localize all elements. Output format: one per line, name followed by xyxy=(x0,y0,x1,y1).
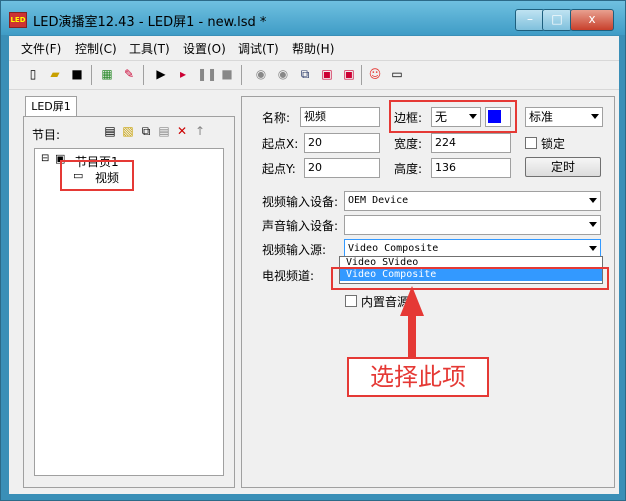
tv-channel-label: 电视频道: xyxy=(262,269,315,283)
open-folder-icon[interactable]: ▰ xyxy=(47,66,63,82)
add-page-icon[interactable]: ▤ xyxy=(102,123,118,139)
tab-led-screen1[interactable]: LED屏1 xyxy=(25,96,77,117)
paste-icon[interactable]: ▤ xyxy=(156,123,172,139)
y-label: 起点Y: xyxy=(262,162,296,176)
display-gray-icon[interactable]: ▣ xyxy=(341,66,357,82)
move-up-icon[interactable]: ↑ xyxy=(192,123,208,139)
y-field[interactable]: 20 xyxy=(304,158,380,178)
minimize-button[interactable]: – xyxy=(515,9,545,31)
audio-device-select[interactable] xyxy=(344,215,601,235)
highlight-option xyxy=(331,267,609,290)
screen1-icon[interactable]: ◉ xyxy=(253,66,269,82)
toolbar: ▯ ▰ ■ ▦ ✎ ▶ ▸ ❚❚ ■ ◉ ◉ ⧉ ▣ ▣ ☺ ▭ xyxy=(9,60,619,90)
name-label: 名称: xyxy=(262,111,291,125)
menu-tools[interactable]: 工具(T) xyxy=(129,40,170,57)
grid-icon[interactable]: ▦ xyxy=(99,66,115,82)
style-value: 标准 xyxy=(529,110,554,124)
x-label: 起点X: xyxy=(262,137,299,151)
chevron-down-icon xyxy=(589,246,597,251)
copy-icon[interactable]: ⧉ xyxy=(138,123,154,139)
video-device-label: 视频输入设备: xyxy=(262,195,339,209)
arrow-annotation xyxy=(400,286,424,360)
video-device-value: OEM Device xyxy=(348,195,409,206)
program-label: 节目: xyxy=(32,128,61,142)
internal-audio-checkbox[interactable] xyxy=(345,295,357,307)
stop-icon[interactable]: ■ xyxy=(219,66,235,82)
toolbar-separator xyxy=(361,65,362,85)
x-field[interactable]: 20 xyxy=(304,133,380,153)
delete-icon[interactable]: ✕ xyxy=(174,123,190,139)
close-button[interactable]: x xyxy=(570,9,614,31)
audio-device-label: 声音输入设备: xyxy=(262,219,339,233)
lock-checkbox[interactable] xyxy=(525,137,537,149)
menu-debug[interactable]: 调试(T) xyxy=(238,40,279,57)
menu-help[interactable]: 帮助(H) xyxy=(292,40,334,57)
lock-label: 锁定 xyxy=(541,137,566,151)
chevron-down-icon xyxy=(589,222,597,227)
chevron-down-icon xyxy=(591,114,599,119)
app-icon: LED xyxy=(9,12,27,28)
window-title: LED演播室12.43 - LED屏1 - new.lsd * xyxy=(33,15,267,30)
client-area: 文件(F) 控制(C) 工具(T) 设置(O) 调试(T) 帮助(H) ▯ ▰ … xyxy=(9,36,619,494)
title-bar: LED LED演播室12.43 - LED屏1 - new.lsd * – □ … xyxy=(1,1,625,35)
toolbar-separator xyxy=(91,65,92,85)
style-select[interactable]: 标准 xyxy=(525,107,603,127)
monitor-icon[interactable]: ▭ xyxy=(389,66,405,82)
timer-button[interactable]: 定时 xyxy=(525,157,601,177)
collapse-icon[interactable]: ⊟ xyxy=(41,153,49,164)
display-red-icon[interactable]: ▣ xyxy=(319,66,335,82)
maximize-button[interactable]: □ xyxy=(542,9,572,31)
toolbar-separator xyxy=(143,65,144,85)
pause-icon[interactable]: ❚❚ xyxy=(197,66,217,82)
annotation-callout: 选择此项 xyxy=(347,357,489,397)
play-icon[interactable]: ▶ xyxy=(153,66,169,82)
smiley-icon[interactable]: ☺ xyxy=(367,66,383,82)
video-source-label: 视频输入源: xyxy=(262,243,327,257)
video-device-select[interactable]: OEM Device xyxy=(344,191,601,211)
network-icon[interactable]: ⧉ xyxy=(297,66,313,82)
highlight-border xyxy=(389,100,517,133)
height-field[interactable]: 136 xyxy=(431,158,511,178)
edit-icon[interactable]: ✎ xyxy=(121,66,137,82)
add-item-icon[interactable]: ▧ xyxy=(120,123,136,139)
chevron-down-icon xyxy=(589,198,597,203)
new-file-icon[interactable]: ▯ xyxy=(25,66,41,82)
highlight-video-item xyxy=(60,160,134,191)
app-window: LED LED演播室12.43 - LED屏1 - new.lsd * – □ … xyxy=(0,0,626,501)
menu-bar: 文件(F) 控制(C) 工具(T) 设置(O) 调试(T) 帮助(H) xyxy=(9,36,619,58)
menu-settings[interactable]: 设置(O) xyxy=(183,40,226,57)
menu-control[interactable]: 控制(C) xyxy=(75,40,117,57)
width-field[interactable]: 224 xyxy=(431,133,511,153)
height-label: 高度: xyxy=(394,162,423,176)
program-tree: ⊟ ▣ 节目页1 ▭ 视频 xyxy=(34,148,224,476)
save-icon[interactable]: ■ xyxy=(69,66,85,82)
toolbar-separator xyxy=(241,65,242,85)
name-field[interactable]: 视频 xyxy=(300,107,380,127)
video-source-value: Video Composite xyxy=(348,243,439,254)
width-label: 宽度: xyxy=(394,137,423,151)
screen2-icon[interactable]: ◉ xyxy=(275,66,291,82)
menu-file[interactable]: 文件(F) xyxy=(21,40,61,57)
step-play-icon[interactable]: ▸ xyxy=(175,66,191,82)
